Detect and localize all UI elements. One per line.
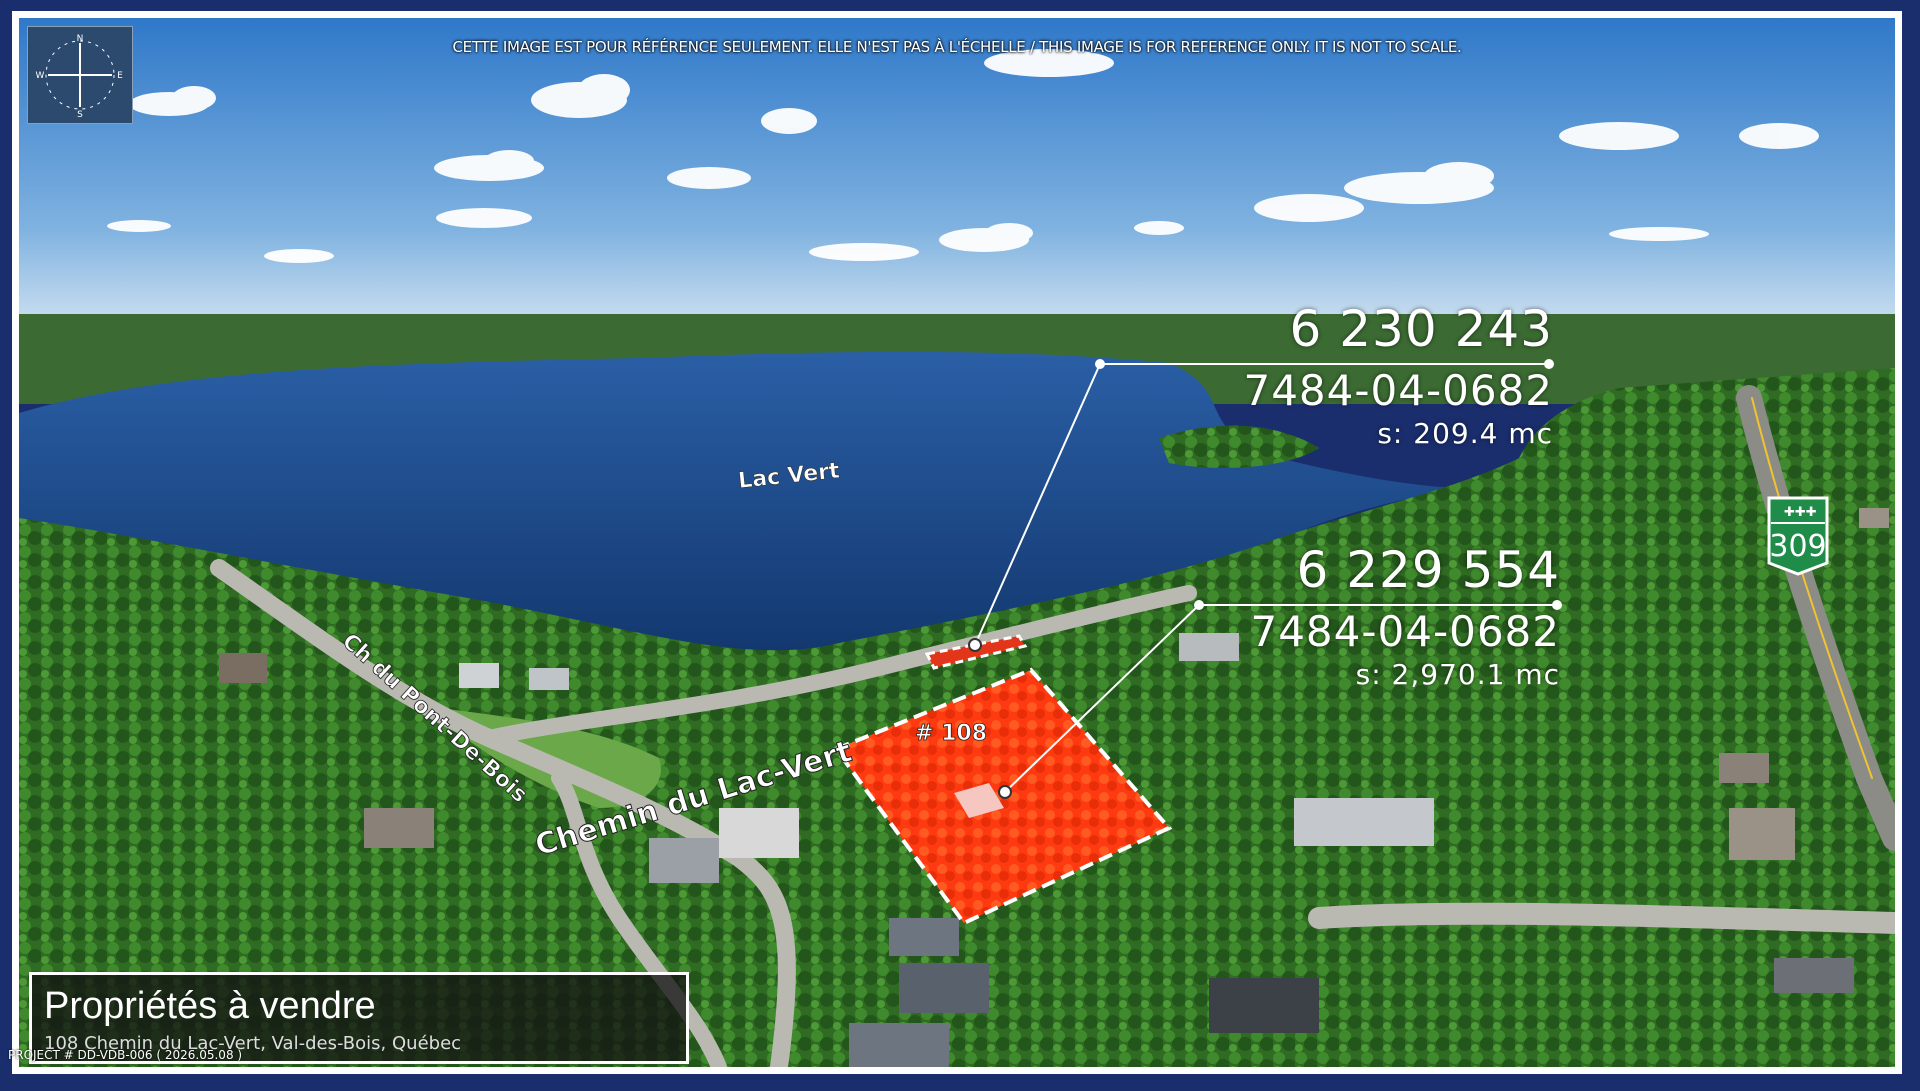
svg-text:✚✚✚: ✚✚✚ xyxy=(1784,505,1817,520)
listing-title: Propriétés à vendre xyxy=(44,985,376,1027)
svg-text:S: S xyxy=(77,110,83,120)
parcel-annotation-2: 6 229 554 7484-04-0682 s: 2,970.1 mc xyxy=(1250,541,1560,691)
parcel-roll: 7484-04-0682 xyxy=(1243,366,1553,415)
parcel-area: s: 2,970.1 mc xyxy=(1355,658,1560,691)
parcel-area: s: 209.4 mc xyxy=(1377,417,1553,450)
svg-text:N: N xyxy=(77,34,84,44)
photo-frame: ✚✚✚ 309 Lac Vert # 108 Ch du Pont-De-Boi… xyxy=(12,11,1902,1074)
parcel-number: 6 230 243 xyxy=(1289,300,1553,358)
parcel-number: 6 229 554 xyxy=(1296,541,1560,599)
parcel-annotation-1: 6 230 243 7484-04-0682 s: 209.4 mc xyxy=(1243,300,1553,450)
compass: N S E W xyxy=(27,26,133,124)
parcel-roll: 7484-04-0682 xyxy=(1250,607,1560,656)
disclaimer: CETTE IMAGE EST POUR RÉFÉRENCE SEULEMENT… xyxy=(452,38,1462,56)
lot-label: # 108 xyxy=(915,721,987,746)
highway-number: 309 xyxy=(1769,529,1826,564)
aerial-scene: ✚✚✚ 309 Lac Vert # 108 Ch du Pont-De-Boi… xyxy=(19,18,1895,1067)
svg-text:E: E xyxy=(117,71,123,81)
highway-shield: ✚✚✚ 309 xyxy=(1767,496,1829,576)
svg-text:W: W xyxy=(36,71,45,81)
compass-rose-icon: N S E W xyxy=(36,34,124,120)
project-id: PROJECT # DD-VDB-006 ( 2026.05.08 ) xyxy=(8,1048,243,1062)
sky xyxy=(19,18,1895,318)
